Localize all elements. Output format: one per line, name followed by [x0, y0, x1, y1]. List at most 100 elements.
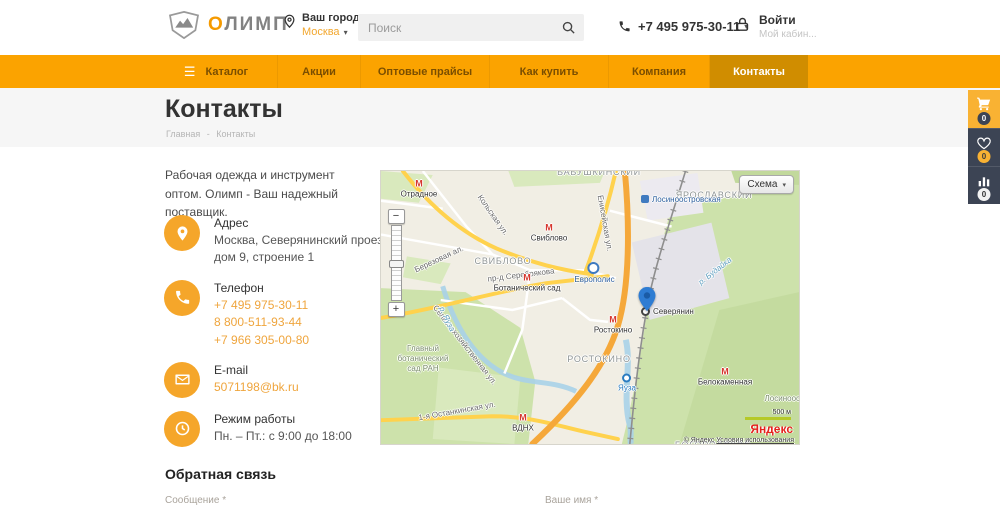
map-marker-place: Европолис [571, 262, 614, 284]
mall-icon [587, 262, 599, 274]
map-type-button[interactable]: Схема▾ [739, 175, 794, 194]
breadcrumb-separator: - [207, 129, 210, 139]
zoom-track[interactable] [391, 225, 402, 301]
map-marker-label: Ростокино [594, 326, 632, 335]
chevron-down-icon: ▾ [344, 28, 348, 37]
phone-icon [618, 20, 631, 33]
count-badge: 0 [978, 188, 991, 201]
city-selector[interactable]: Ваш город Москва▾ [282, 12, 360, 38]
map-street-label: Березовая ал. [413, 244, 465, 275]
main-nav: ☰ Каталог Акции Оптовые прайсы Как купить Ком… [0, 55, 1000, 88]
contact-item-working-hours: Режим работы Пн. – Пт.: с 9:00 до 18:00 [164, 411, 414, 447]
map-marker-rail: Лосиноостровская [641, 194, 721, 204]
nav-item-promotions[interactable]: Акции [278, 55, 361, 88]
page: ОЛИМП Ваш город Москва▾ +7 495 975-30-11… [0, 0, 1000, 509]
count-badge: 0 [978, 112, 991, 125]
nav-item-contacts[interactable]: Контакты [710, 55, 808, 88]
top-header: ОЛИМП Ваш город Москва▾ +7 495 975-30-11… [0, 0, 1000, 55]
phone-icon [164, 280, 200, 316]
nav-item-catalog[interactable]: ☰ Каталог [155, 55, 278, 88]
contact-link[interactable]: +7 495 975-30-11 [214, 297, 309, 314]
favorites-button[interactable]: 0 [968, 128, 1000, 166]
lock-icon [734, 16, 751, 33]
hamburger-icon: ☰ [184, 64, 196, 80]
map-marker-pin[interactable] [639, 287, 656, 311]
city-value: Москва [302, 26, 340, 38]
metro-icon: М [523, 274, 531, 283]
nav-item-label: Компания [632, 66, 686, 78]
metro-icon: М [415, 180, 423, 189]
map-terms-link[interactable]: Условия использования [716, 437, 794, 444]
map-marker-label: Северянин [653, 307, 694, 316]
logo-shield-icon [168, 11, 200, 39]
contact-item-title: Режим работы [214, 411, 352, 426]
intro-text: Рабочая одежда и инструмент оптом. Олимп… [165, 166, 373, 222]
map-marker-stop-blue: Яуза [618, 374, 636, 393]
map[interactable]: БАБУШКИНСКИЙЯРОСЛАВСКИЙСВИБЛОВОРОСТОКИНО… [380, 170, 800, 445]
login-subtitle: Мой кабин... [759, 29, 817, 40]
message-field-label: Сообщение * [165, 495, 226, 506]
map-area-label: Лосиноост... [765, 394, 800, 404]
metro-icon: М [721, 368, 729, 377]
map-street-label: Енисейская ул. [596, 194, 615, 251]
map-marker-label: Отрадное [401, 190, 438, 199]
count-badge: 0 [978, 150, 991, 163]
nav-item-label: Каталог [206, 66, 249, 78]
map-scale: 500 м [745, 409, 791, 420]
map-area-label: Главный ботанический сад РАН [398, 344, 449, 374]
map-marker-label: Европолис [574, 275, 614, 284]
location-pin-icon [164, 215, 200, 251]
header-phone-number: +7 495 975-30-11 [638, 19, 740, 34]
compare-button[interactable]: 0 [968, 166, 1000, 204]
nav-item-wholesale-prices[interactable]: Оптовые прайсы [361, 55, 490, 88]
contact-item-email: E-mail 5071198@bk.ru [164, 362, 414, 398]
zoom-in-button[interactable]: + [388, 302, 405, 317]
map-marker-label: Лосиноостровская [652, 195, 721, 204]
nav-item-label: Оптовые прайсы [378, 66, 472, 78]
map-marker-metro: МОтрадное [401, 180, 438, 199]
search-icon[interactable] [561, 20, 576, 35]
contact-item-title: E-mail [214, 362, 299, 377]
map-district-label: БАБУШКИНСКИЙ [557, 170, 641, 177]
contact-link[interactable]: 8 800-511-93-44 [214, 314, 309, 331]
map-water-label: р. Будайка [697, 255, 734, 286]
login-title: Войти [759, 13, 817, 27]
map-district-label: РОСТОКИНО [567, 354, 631, 364]
contact-link[interactable]: 5071198@bk.ru [214, 379, 299, 396]
cart-button[interactable]: 0 [968, 90, 1000, 128]
nav-item-how-to-buy[interactable]: Как купить [490, 55, 609, 88]
contact-text: Пн. – Пт.: с 9:00 до 18:00 [214, 428, 352, 445]
nav-item-company[interactable]: Компания [609, 55, 710, 88]
railway-station-icon [641, 195, 649, 203]
metro-icon: М [519, 414, 527, 423]
metro-icon: М [609, 316, 617, 325]
zoom-out-button[interactable]: − [388, 209, 405, 224]
floating-actions: 0 0 0 [968, 90, 1000, 204]
breadcrumb-current: Контакты [216, 129, 255, 139]
map-marker-metro: МВДНХ [512, 414, 534, 433]
map-marker-label: Яуза [618, 384, 636, 393]
login[interactable]: Войти Мой кабин... [734, 13, 817, 40]
map-street-label: 1-я Останкинская ул. [418, 400, 497, 422]
location-pin-icon [282, 14, 297, 29]
river-station-icon [623, 374, 632, 383]
breadcrumb: Главная - Контакты [166, 129, 255, 139]
map-marker-label: Ботанический сад [494, 284, 561, 293]
yandex-logo[interactable]: Яндекс [750, 422, 793, 436]
map-marker-label: Белокаменная [698, 378, 752, 387]
header-phone[interactable]: +7 495 975-30-11 ▾ [618, 19, 748, 34]
name-field-label: Ваше имя * [545, 495, 598, 506]
contact-item-phone: Телефон +7 495 975-30-118 800-511-93-44+7… [164, 280, 414, 349]
contact-link[interactable]: +7 966 305-00-80 [214, 332, 309, 349]
zoom-handle[interactable] [389, 260, 404, 268]
map-street-label: Кольская ул. [476, 193, 510, 237]
metro-icon: М [545, 224, 553, 233]
clock-icon [164, 411, 200, 447]
map-district-label: СВИБЛОВО [475, 256, 532, 266]
nav-item-label: Контакты [733, 66, 785, 78]
logo[interactable]: ОЛИМП [168, 11, 289, 39]
search-input[interactable] [358, 14, 561, 41]
feedback-title: Обратная связь [165, 466, 276, 482]
contact-item-title: Телефон [214, 280, 309, 295]
breadcrumb-home[interactable]: Главная [166, 129, 200, 139]
